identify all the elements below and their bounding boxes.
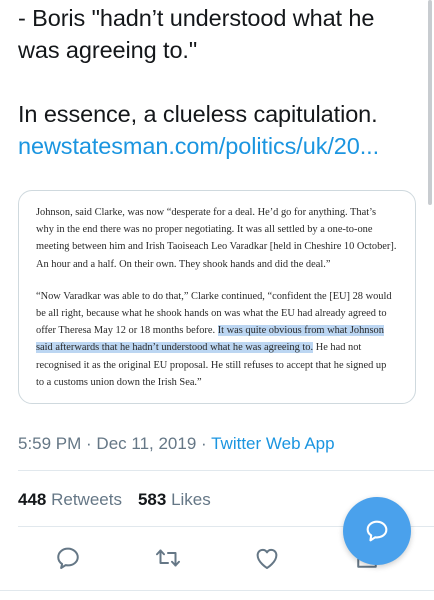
likes-label: Likes [166, 490, 211, 509]
likes-count: 583 [137, 490, 167, 509]
scrollbar[interactable] [428, 0, 432, 205]
excerpt-text: offer Theresa May 12 or 18 months before… [36, 325, 218, 337]
excerpt-line: why in the end there was no proper negot… [36, 224, 373, 236]
tweet-date[interactable]: Dec 11, 2019 [96, 434, 196, 453]
like-button[interactable] [252, 543, 282, 573]
likes-stat[interactable]: 583 Likes [138, 490, 211, 509]
excerpt-line: recognised it as the original EU proposa… [36, 359, 387, 371]
excerpt-line: to a customs union down the Irish Sea.” [36, 376, 202, 388]
excerpt-line: offer Theresa May 12 or 18 months before… [36, 322, 398, 339]
excerpt-line: “Now Varadkar was able to do that,” Clar… [36, 290, 392, 302]
tweet-text: - Boris "hadn’t understood what he was a… [18, 2, 418, 162]
article-screenshot-card[interactable]: Johnson, said Clarke, was now “desperate… [18, 190, 416, 404]
like-icon [256, 548, 278, 569]
source-app-link[interactable]: Twitter Web App [211, 434, 334, 453]
speech-bubble-icon [366, 520, 388, 542]
tweet-meta: 5:59 PM · Dec 11, 2019 · Twitter Web App [18, 432, 335, 456]
compose-reply-button[interactable] [343, 497, 411, 565]
excerpt-line: Johnson, said Clarke, was now “desperate… [36, 207, 377, 218]
tweet-line: was agreeing to." [18, 37, 198, 63]
tweet-stats: 448 Retweets 583 Likes [18, 488, 211, 512]
excerpt-text: He had not [313, 342, 362, 354]
meta-separator: · [196, 434, 212, 453]
meta-separator: · [81, 434, 97, 453]
retweets-count: 448 [18, 490, 47, 509]
tweet-line: In essence, a clueless capitulation. [18, 101, 378, 127]
tweet-line: - Boris "hadn’t understood what he [18, 5, 375, 31]
reply-button[interactable] [53, 543, 83, 573]
reply-icon [57, 547, 79, 569]
retweets-stat[interactable]: 448 Retweets [18, 490, 122, 509]
retweet-button[interactable] [153, 543, 183, 573]
divider [0, 590, 434, 591]
excerpt-line: An hour and a half. On their own. They s… [36, 258, 331, 270]
tweet-time: 5:59 PM [18, 434, 82, 453]
excerpt-line: meeting between him and Irish Taoiseach … [36, 241, 397, 253]
divider [18, 470, 434, 471]
article-excerpt: Johnson, said Clarke, was now “desperate… [36, 204, 398, 391]
highlighted-text: It was quite obvious from what Johnson [217, 325, 384, 337]
retweet-icon [156, 549, 180, 567]
highlighted-text: said afterwards that he hadn’t understoo… [36, 342, 314, 354]
retweets-label: Retweets [46, 490, 122, 509]
excerpt-line: be all right, because what he shook hand… [36, 308, 387, 320]
excerpt-line: said afterwards that he hadn’t understoo… [36, 339, 398, 356]
tweet-link[interactable]: newstatesman.com/politics/uk/20... [18, 130, 418, 162]
